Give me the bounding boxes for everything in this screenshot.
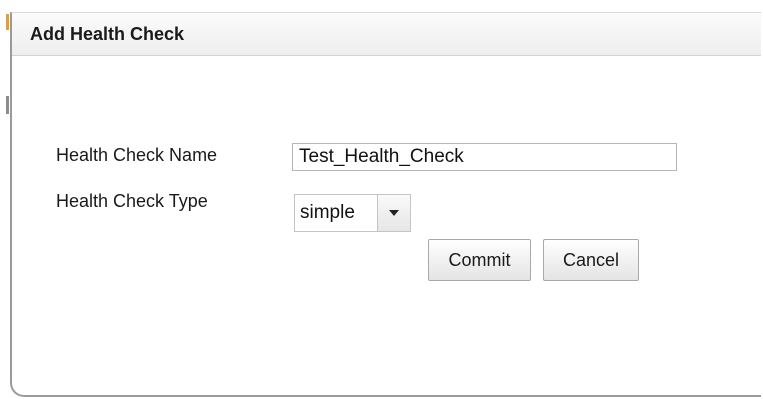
dialog-header: Add Health Check <box>12 13 761 56</box>
dropdown-arrow-button[interactable] <box>377 195 410 231</box>
health-check-name-label: Health Check Name <box>56 145 218 165</box>
side-resize-mark <box>6 96 9 114</box>
add-health-check-dialog: Add Health Check Health Check Name Healt… <box>10 12 761 397</box>
triangle-down-icon <box>389 210 399 216</box>
health-check-name-input[interactable] <box>292 143 677 171</box>
commit-button[interactable]: Commit <box>428 239 531 281</box>
dialog-title: Add Health Check <box>30 23 185 44</box>
cancel-button[interactable]: Cancel <box>543 239 639 281</box>
corner-accent-mark <box>6 14 9 30</box>
health-check-type-label: Health Check Type <box>56 191 208 211</box>
health-check-type-value: simple <box>300 202 355 223</box>
health-check-type-select[interactable]: simple <box>294 194 411 232</box>
